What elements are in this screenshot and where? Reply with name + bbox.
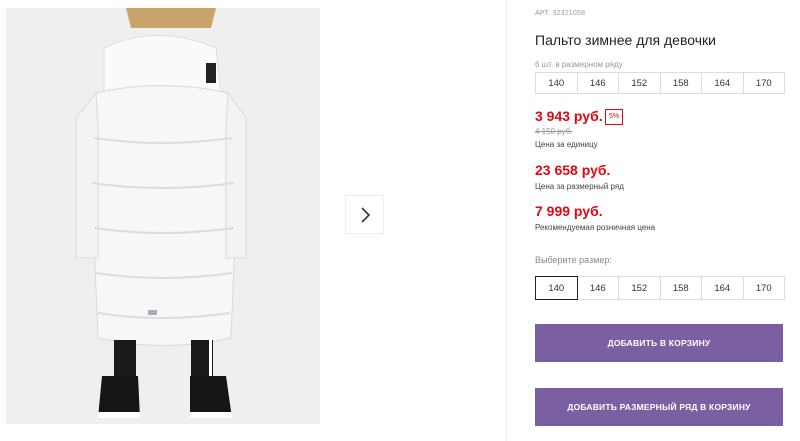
pack-size-cell: 158 [659,72,702,94]
retail-price: 7 999 руб. [535,203,603,219]
product-gallery [0,0,506,441]
chevron-right-icon [360,206,370,223]
pack-size-cell: 140 [535,72,578,94]
unit-price-label: Цена за единицу [535,140,598,149]
pack-sizes: 140 146 152 158 164 170 [535,72,785,94]
coat-illustration [6,8,320,424]
pack-size-cell: 146 [576,72,619,94]
size-option-170[interactable]: 170 [742,276,785,300]
retail-price-label: Рекомендуемая розничная цена [535,223,656,232]
size-option-146[interactable]: 146 [576,276,619,300]
row-price-label: Цена за размерный ряд [535,182,624,191]
article-number: АРТ. 32321058 [535,10,586,17]
size-option-158[interactable]: 158 [659,276,702,300]
size-picker-label: Выберите размер: [535,255,612,265]
size-picker: 140 146 152 158 164 170 [535,276,785,300]
panel-divider [506,0,507,441]
pack-note: 6 шт. в размерном ряду [535,60,623,69]
add-pack-to-cart-button[interactable]: ДОБАВИТЬ РАЗМЕРНЫЙ РЯД В КОРЗИНУ [535,388,783,426]
pack-size-cell: 152 [618,72,661,94]
next-image-button[interactable] [346,196,383,233]
pack-size-cell: 170 [742,72,785,94]
add-to-cart-button[interactable]: ДОБАВИТЬ В КОРЗИНУ [535,324,783,362]
row-price: 23 658 руб. [535,162,611,178]
size-option-140[interactable]: 140 [535,276,578,300]
product-title: Пальто зимнее для девочки [535,32,716,48]
pack-size-cell: 164 [701,72,744,94]
old-price: 4 150 руб. [535,127,573,136]
size-option-164[interactable]: 164 [701,276,744,300]
unit-price: 3 943 руб. [535,108,603,124]
size-option-152[interactable]: 152 [618,276,661,300]
product-photo[interactable] [6,8,320,424]
discount-badge: 5% [605,109,624,125]
